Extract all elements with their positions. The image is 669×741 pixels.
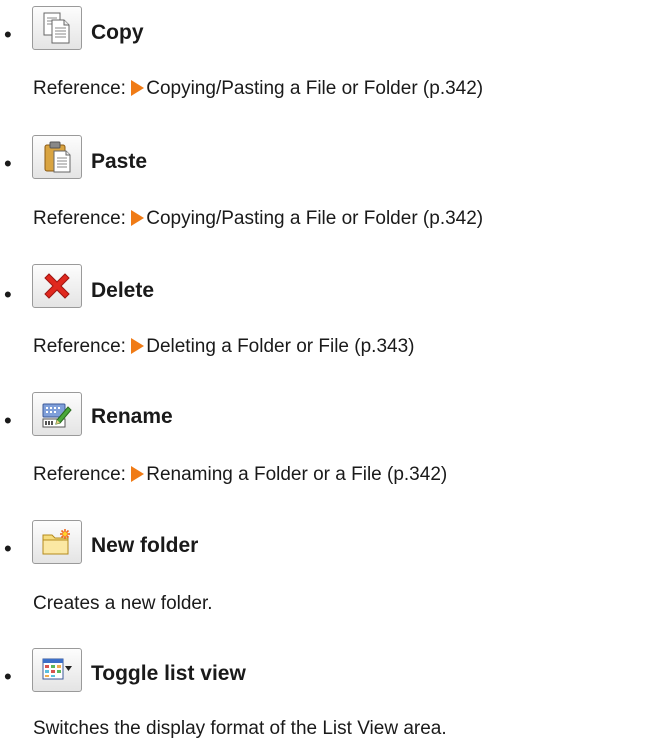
rename-icon [42,403,72,428]
new-folder-description: Creates a new folder. [33,593,213,614]
paste-reference: Reference: Copying/Pasting a File or Fol… [33,208,483,231]
reference-link[interactable]: Deleting a Folder or File (p.343) [146,336,414,357]
delete-button[interactable] [32,264,82,308]
toggle-list-view-title: Toggle list view [91,662,246,685]
copy-button[interactable] [32,6,82,50]
bullet: • [4,22,12,47]
new-folder-button[interactable] [32,520,82,564]
arrow-icon [131,338,145,354]
reference-label: Reference: [33,336,132,357]
arrow-icon [131,80,145,96]
reference-link[interactable]: Copying/Pasting a File or Folder (p.342) [146,78,483,99]
rename-reference: Reference: Renaming a Folder or a File (… [33,464,447,487]
toggle-list-view-button[interactable] [32,648,82,692]
rename-title: Rename [91,405,173,428]
reference-label: Reference: [33,208,132,229]
delete-title: Delete [91,279,155,302]
bullet: • [4,536,12,561]
new-folder-title: New folder [91,534,199,557]
reference-label: Reference: [33,464,132,485]
copy-reference: Reference: Copying/Pasting a File or Fol… [33,78,483,101]
bullet: • [4,282,12,307]
toggle-list-view-icon [42,658,72,680]
paste-title: Paste [91,150,148,173]
delete-icon [44,273,70,299]
bullet: • [4,664,12,689]
arrow-icon [131,466,145,482]
copy-icon [43,12,70,44]
arrow-icon [131,210,145,226]
bullet: • [4,408,12,433]
copy-title: Copy [91,21,144,44]
paste-button[interactable] [32,135,82,179]
paste-icon [44,141,71,173]
reference-label: Reference: [33,78,132,99]
new-folder-icon [42,529,70,555]
rename-button[interactable] [32,392,82,436]
delete-reference: Reference: Deleting a Folder or File (p.… [33,336,414,359]
toggle-list-view-description: Switches the display format of the List … [33,718,447,739]
bullet: • [4,151,12,176]
reference-link[interactable]: Copying/Pasting a File or Folder (p.342) [146,208,483,229]
reference-link[interactable]: Renaming a Folder or a File (p.342) [146,464,447,485]
